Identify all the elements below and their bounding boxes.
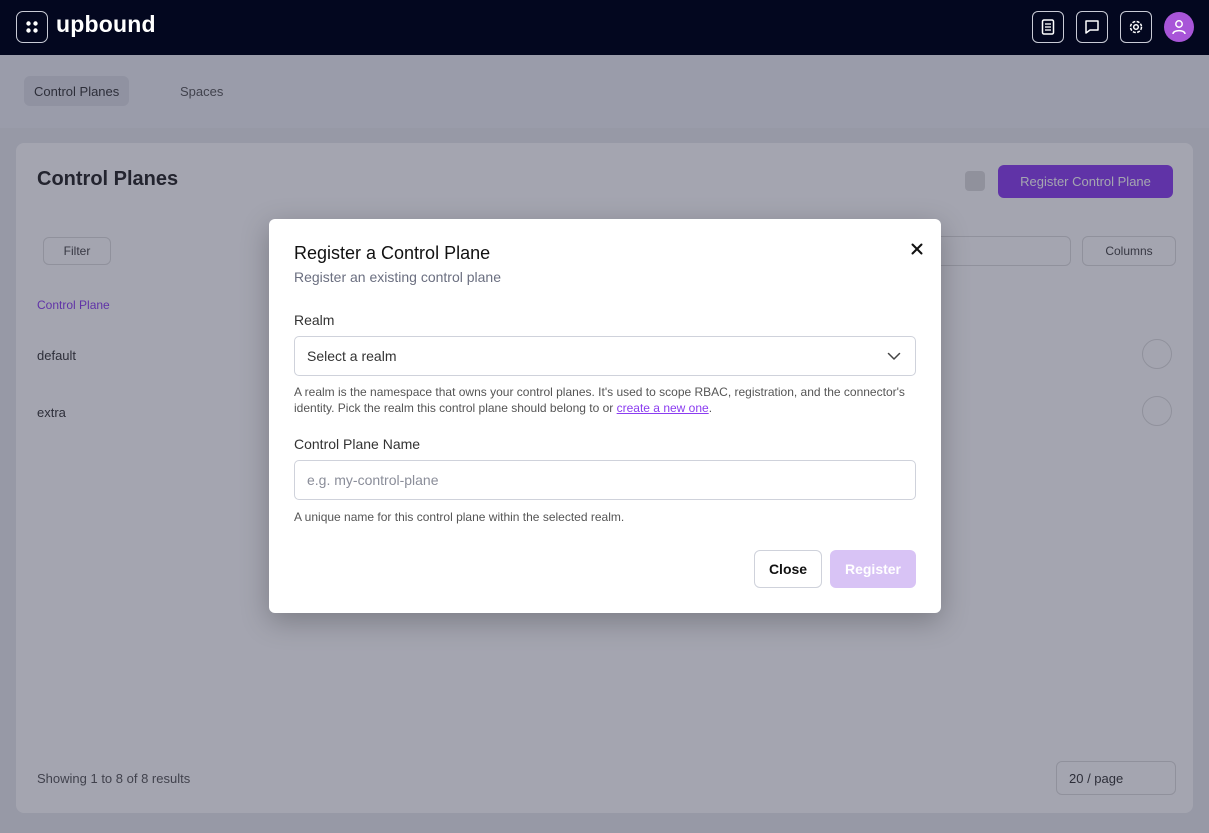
docs-button[interactable] [1032,11,1064,43]
close-icon [911,243,923,255]
realm-label: Realm [294,312,335,328]
settings-button[interactable] [1120,11,1152,43]
realm-help-suffix: . [708,401,713,415]
settings-icon [1129,20,1143,34]
brand-logo[interactable]: upbound [56,11,156,38]
feedback-button[interactable] [1076,11,1108,43]
user-avatar-icon [1172,20,1186,35]
create-realm-link[interactable]: create a new one [617,401,709,415]
docs-icon [1041,19,1055,35]
top-navigation-bar: upbound [0,0,1209,55]
control-plane-name-label: Control Plane Name [294,436,421,452]
user-avatar[interactable] [1164,12,1194,42]
realm-select-placeholder: Select a realm [307,348,397,364]
close-button[interactable]: Close [754,550,822,588]
register-control-plane-dialog: Register a Control Plane Register an exi… [269,219,941,613]
name-help-text: A unique name for this control plane wit… [294,510,625,524]
control-plane-name-input[interactable] [294,460,916,500]
realm-help-text: A realm is the namespace that owns your … [294,384,919,416]
register-button[interactable]: Register [830,550,916,588]
grid-dots-icon [26,21,38,33]
dialog-title: Register a Control Plane [294,243,491,263]
realm-select[interactable]: Select a realm [294,336,916,376]
dialog-subtitle: Register an existing control plane [294,269,502,285]
chevron-down-icon [887,352,901,360]
app-menu-button[interactable] [16,11,48,43]
feedback-icon [1085,20,1099,34]
realm-help-body: A realm is the namespace that owns your … [294,385,905,415]
close-dialog-button[interactable] [907,239,927,259]
